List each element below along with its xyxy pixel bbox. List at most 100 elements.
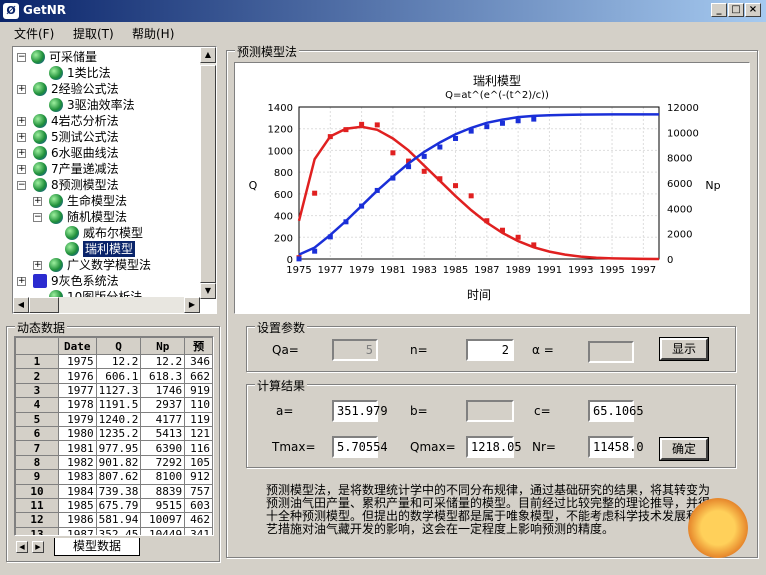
col-q-header[interactable]: Q <box>95 337 142 355</box>
cell-pred[interactable]: 116 <box>184 440 213 456</box>
b-field[interactable] <box>466 400 514 422</box>
expand-icon[interactable]: + <box>17 165 26 174</box>
cell-np[interactable]: 12.2 <box>140 353 186 370</box>
cell-q[interactable]: 1235.2 <box>95 425 142 442</box>
collapse-icon[interactable]: − <box>33 213 42 222</box>
cell-q[interactable]: 1240.2 <box>95 411 142 427</box>
cell-pred[interactable]: 662 <box>184 368 213 384</box>
cell-pred[interactable]: 603 <box>184 497 213 514</box>
cell-pred[interactable]: 462 <box>184 512 213 528</box>
scroll-thumb[interactable] <box>200 65 216 283</box>
minimize-button[interactable]: _ <box>711 3 727 17</box>
row-number[interactable]: 4 <box>15 397 59 413</box>
cell-q[interactable]: 581.94 <box>95 512 142 528</box>
table-row[interactable]: 13 1987 352.45 10449 341 <box>15 526 213 535</box>
row-number[interactable]: 10 <box>15 483 59 499</box>
cell-date[interactable]: 1981 <box>57 440 97 456</box>
scroll-right-icon[interactable]: ▶ <box>184 297 200 313</box>
cell-date[interactable]: 1983 <box>57 469 97 485</box>
cell-q[interactable]: 12.2 <box>95 353 142 370</box>
col-date-header[interactable]: Date <box>57 337 97 355</box>
cell-np[interactable]: 8839 <box>140 483 186 499</box>
cell-q[interactable]: 901.82 <box>95 454 142 471</box>
cell-date[interactable]: 1982 <box>57 454 97 471</box>
menu-help[interactable]: 帮助(H) <box>132 25 174 42</box>
close-button[interactable]: × <box>745 3 761 17</box>
scroll-left-icon[interactable]: ◀ <box>13 297 29 313</box>
expand-icon[interactable]: + <box>17 277 26 286</box>
table-row[interactable]: 7 1981 977.95 6390 116 <box>15 440 213 456</box>
cell-np[interactable]: 6390 <box>140 440 186 456</box>
row-number[interactable]: 11 <box>15 497 59 514</box>
row-number[interactable]: 13 <box>15 526 59 535</box>
cell-date[interactable]: 1979 <box>57 411 97 427</box>
a-field[interactable]: 351.979 <box>332 400 388 422</box>
expand-icon[interactable]: + <box>17 149 26 158</box>
cell-np[interactable]: 4177 <box>140 411 186 427</box>
tmax-field[interactable]: 5.70554 <box>332 436 388 458</box>
cell-pred[interactable]: 121 <box>184 425 213 442</box>
data-grid[interactable]: Date Q Np 预 1 1975 12.2 12.2 346 2 1976 606.1 61… <box>14 336 214 536</box>
cell-pred[interactable]: 757 <box>184 483 213 499</box>
table-row[interactable]: 5 1979 1240.2 4177 119 <box>15 411 213 427</box>
expand-icon[interactable]: + <box>33 261 42 270</box>
cell-q[interactable]: 739.38 <box>95 483 142 499</box>
table-row[interactable]: 8 1982 901.82 7292 105 <box>15 454 213 471</box>
cell-pred[interactable]: 341 <box>184 526 213 535</box>
col-np-header[interactable]: Np <box>140 337 186 355</box>
show-button[interactable]: 显示 <box>659 337 709 361</box>
qa-field[interactable]: 5 <box>332 339 378 361</box>
collapse-icon[interactable]: − <box>17 53 26 62</box>
cell-np[interactable]: 10449 <box>140 526 186 535</box>
cell-np[interactable]: 9515 <box>140 497 186 514</box>
table-row[interactable]: 12 1986 581.94 10097 462 <box>15 512 213 528</box>
menu-extract[interactable]: 提取(T) <box>73 25 114 42</box>
expand-icon[interactable]: + <box>17 133 26 142</box>
cell-date[interactable]: 1980 <box>57 425 97 442</box>
n-field[interactable]: 2 <box>466 339 514 361</box>
col-pred-header[interactable]: 预 <box>184 337 213 355</box>
tab-model-data[interactable]: 模型数据 <box>54 538 140 556</box>
table-row[interactable]: 4 1978 1191.5 2937 110 <box>15 397 213 413</box>
qmax-field[interactable]: 1218.05 <box>466 436 522 458</box>
cell-date[interactable]: 1978 <box>57 397 97 413</box>
cell-np[interactable]: 2937 <box>140 397 186 413</box>
table-row[interactable]: 10 1984 739.38 8839 757 <box>15 483 213 499</box>
tree-horizontal-scrollbar[interactable]: ◀ ▶ <box>13 297 200 313</box>
cell-np[interactable]: 8100 <box>140 469 186 485</box>
row-number[interactable]: 5 <box>15 411 59 427</box>
tab-next-icon[interactable]: ▶ <box>32 541 44 553</box>
tab-prev-icon[interactable]: ◀ <box>16 541 28 553</box>
expand-icon[interactable]: + <box>33 197 42 206</box>
row-number[interactable]: 3 <box>15 382 59 399</box>
expand-icon[interactable]: + <box>17 117 26 126</box>
table-row[interactable]: 6 1980 1235.2 5413 121 <box>15 425 213 442</box>
cell-date[interactable]: 1976 <box>57 368 97 384</box>
table-row[interactable]: 1 1975 12.2 12.2 346 <box>15 353 213 370</box>
table-row[interactable]: 9 1983 807.62 8100 912 <box>15 469 213 485</box>
collapse-icon[interactable]: − <box>17 181 26 190</box>
cell-date[interactable]: 1987 <box>57 526 97 535</box>
table-row[interactable]: 11 1985 675.79 9515 603 <box>15 497 213 514</box>
cell-date[interactable]: 1977 <box>57 382 97 399</box>
app-icon[interactable]: Ø <box>3 3 19 19</box>
table-row[interactable]: 3 1977 1127.3 1746 919 <box>15 382 213 399</box>
cell-date[interactable]: 1986 <box>57 512 97 528</box>
cell-date[interactable]: 1975 <box>57 353 97 370</box>
cell-pred[interactable]: 105 <box>184 454 213 471</box>
row-number[interactable]: 8 <box>15 454 59 471</box>
cell-q[interactable]: 352.45 <box>95 526 142 535</box>
cell-q[interactable]: 977.95 <box>95 440 142 456</box>
cell-q[interactable]: 606.1 <box>95 368 142 384</box>
cell-pred[interactable]: 912 <box>184 469 213 485</box>
hscroll-thumb[interactable] <box>29 297 59 313</box>
row-number[interactable]: 6 <box>15 425 59 442</box>
cell-q[interactable]: 1127.3 <box>95 382 142 399</box>
cell-q[interactable]: 1191.5 <box>95 397 142 413</box>
cell-np[interactable]: 618.3 <box>140 368 186 384</box>
expand-icon[interactable]: + <box>17 85 26 94</box>
cell-np[interactable]: 1746 <box>140 382 186 399</box>
table-row[interactable]: 2 1976 606.1 618.3 662 <box>15 368 213 384</box>
cell-pred[interactable]: 346 <box>184 353 213 370</box>
scroll-down-icon[interactable]: ▼ <box>200 283 216 299</box>
